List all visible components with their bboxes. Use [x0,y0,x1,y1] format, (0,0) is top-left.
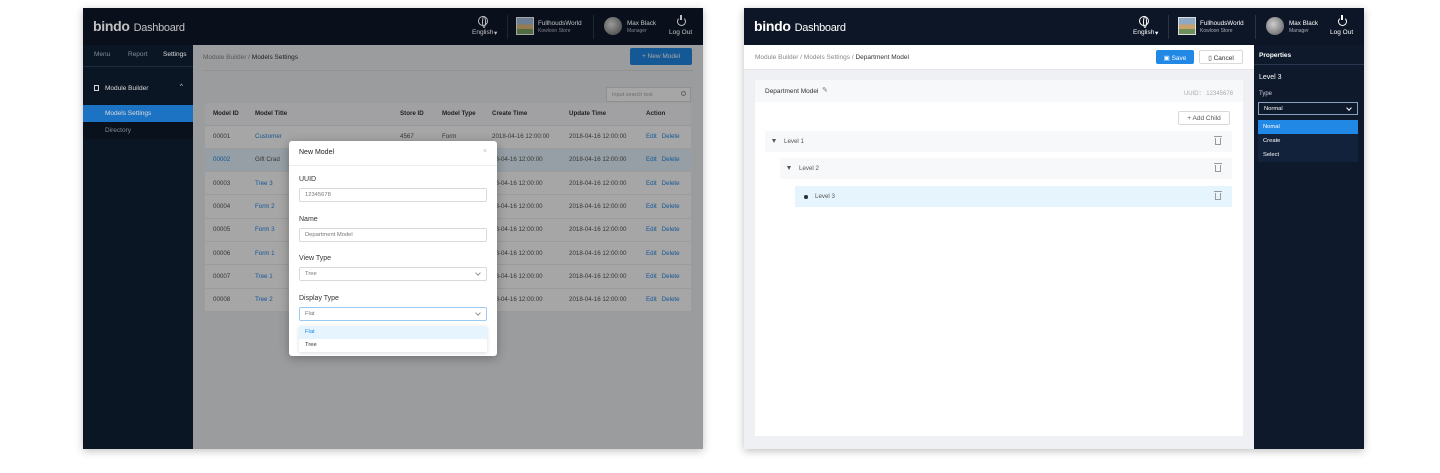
brand-logo: bindo Dashboard [754,18,846,34]
logout-button[interactable]: Log Out [1330,8,1356,45]
tree-node-level-2[interactable]: Level 2 [780,158,1232,179]
chevron-down-icon [475,270,481,276]
tree-node-level-3[interactable]: Level 3 [795,186,1232,207]
store-selector[interactable]: FullhoudsWorld Kowloon Store [1178,8,1248,45]
type-label: Type [1259,91,1273,97]
breadcrumb-link[interactable]: Module Builder [755,54,798,61]
language-selector[interactable]: English ▾ [1133,8,1159,45]
dropdown-option-create[interactable]: Create [1258,134,1358,148]
breadcrumb: Module Builder / Models Settings / Depar… [755,54,909,61]
display-type-dropdown: Flat Tree [299,326,487,352]
modal-backdrop-side [83,45,193,449]
chevron-down-icon [475,310,481,316]
uuid-field[interactable]: 12345678 [299,188,487,202]
divider [1255,15,1256,39]
properties-panel: Properties Level 3 Type Normal Nomal Cre… [1254,45,1364,449]
uuid-display: UUID： 12345678 [1183,91,1233,97]
close-icon[interactable]: × [483,148,487,155]
cancel-button[interactable]: ▯ Cancel [1199,50,1243,64]
dropdown-option-normal[interactable]: Nomal [1258,120,1358,134]
uuid-label: UUID [299,176,317,183]
breadcrumb-link[interactable]: Models Settings [804,54,850,61]
dropdown-option-select[interactable]: Select [1258,148,1358,162]
save-icon: ▣ [1163,55,1172,62]
model-tree-card: Department Model ✎ UUID： 12345678 + Add … [755,80,1243,436]
dropdown-option-flat[interactable]: Flat [299,326,487,339]
model-editor-screen: bindo Dashboard English ▾ FullhoudsWorld … [744,8,1364,449]
new-model-dialog: New Model × UUID 12345678 Name Departmen… [289,141,497,356]
globe-icon [1139,16,1149,28]
dropdown-option-tree[interactable]: Tree [299,339,487,352]
type-select[interactable]: Normal [1258,102,1358,115]
store-thumbnail [1178,17,1196,35]
top-bar: bindo Dashboard English ▾ FullhoudsWorld … [744,8,1364,45]
name-label: Name [299,216,318,223]
avatar [1266,17,1284,35]
delete-icon[interactable] [1214,191,1222,200]
editor-content: Module Builder / Models Settings / Depar… [744,45,1254,449]
edit-pencil-icon[interactable]: ✎ [822,86,828,94]
modal-backdrop-top [83,8,703,45]
name-field[interactable]: Department Model [299,228,487,242]
type-dropdown: Nomal Create Select [1258,120,1358,162]
save-button[interactable]: ▣ Save [1156,50,1194,64]
selected-node-name: Level 3 [1259,74,1282,81]
properties-title: Properties [1259,52,1292,59]
view-type-label: View Type [299,255,332,262]
caret-down-icon[interactable] [772,139,776,143]
model-name: Department Model [765,88,819,95]
chevron-down-icon [1346,105,1352,111]
user-menu[interactable]: Max Black Manager [1266,8,1321,45]
display-type-select[interactable]: Flat [299,307,487,321]
power-icon [1338,15,1347,26]
tree-node-level-1[interactable]: Level 1 [765,131,1232,152]
dialog-title: New Model [299,149,335,156]
delete-icon[interactable] [1214,163,1222,172]
view-type-select[interactable]: Tree [299,267,487,281]
delete-icon[interactable] [1214,136,1222,145]
card-header: Department Model ✎ UUID： 12345678 [755,80,1243,102]
leaf-dot-icon [804,195,808,199]
add-child-button[interactable]: + Add Child [1178,111,1230,125]
breadcrumb-bar: Module Builder / Models Settings / Depar… [744,45,1254,70]
caret-down-icon[interactable] [787,166,791,170]
divider [1168,15,1169,39]
models-settings-screen: bindo Dashboard English ▾ FullhoudsWorld … [83,8,703,449]
display-type-label: Display Type [299,295,339,302]
